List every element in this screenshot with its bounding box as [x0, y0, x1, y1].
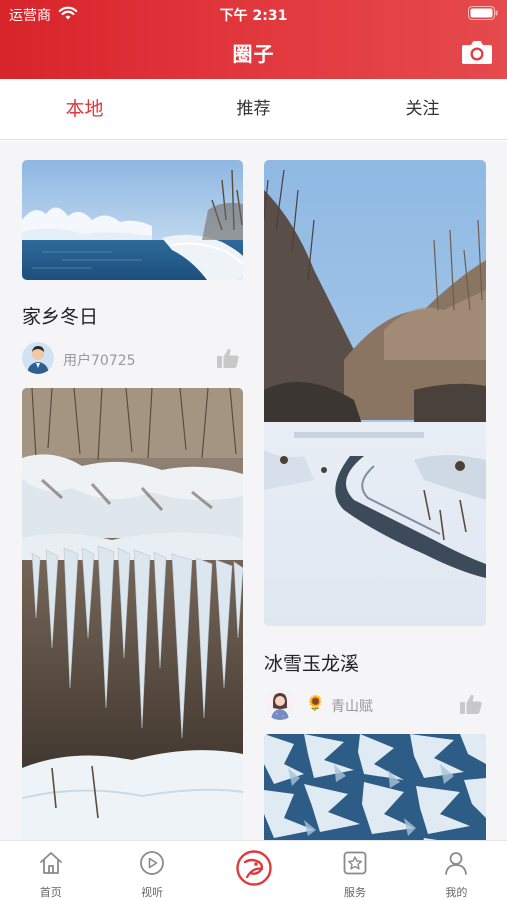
man-avatar-icon — [22, 342, 54, 374]
battery-icon — [468, 6, 498, 20]
person-icon — [445, 852, 468, 875]
nav-home[interactable]: 首页 — [0, 841, 101, 900]
camera-icon — [462, 41, 492, 64]
nav-label: 我的 — [445, 886, 468, 899]
thumbs-up-icon[interactable] — [459, 693, 483, 715]
post-title[interactable]: 家乡冬日 — [22, 302, 98, 329]
play-circle-icon — [140, 851, 165, 875]
app-header: 运营商 下午 2:31 圈子 — [0, 0, 507, 79]
user-avatar[interactable] — [264, 688, 296, 720]
nav-label: 首页 — [39, 886, 62, 899]
post-image-hometown-winter[interactable] — [22, 160, 243, 280]
tab-following[interactable]: 关注 — [338, 79, 507, 139]
status-time: 下午 2:31 — [219, 8, 288, 24]
center-logo-icon — [235, 850, 272, 886]
nav-label: 视听 — [141, 886, 164, 899]
snow-valley-photo — [264, 160, 486, 626]
sunflower-badge: 🌻 — [306, 694, 325, 712]
post-image-ice-snow-creek[interactable] — [264, 160, 486, 626]
camera-button[interactable] — [461, 38, 493, 66]
post-image-icicles[interactable] — [22, 388, 243, 840]
icicle-cliff-photo — [22, 388, 243, 840]
app-root: 运营商 下午 2:31 圈子 本地 推荐 关注 家乡冬日 用户70725 冰雪玉… — [0, 0, 507, 900]
girl-avatar-icon — [264, 688, 296, 720]
post-title[interactable]: 冰雪玉龙溪 — [264, 649, 359, 676]
tab-recommend[interactable]: 推荐 — [169, 79, 338, 139]
nav-center[interactable] — [203, 841, 304, 900]
star-box-icon — [343, 851, 367, 875]
bottom-nav: 首页 视听 服务 我的 — [0, 840, 507, 900]
page-title: 圈子 — [232, 42, 275, 66]
tab-bar: 本地 推荐 关注 — [0, 79, 507, 140]
nav-profile[interactable]: 我的 — [406, 841, 507, 900]
nav-label: 服务 — [343, 886, 366, 899]
username[interactable]: 用户70725 — [63, 350, 136, 370]
winter-sea-photo — [22, 160, 243, 280]
username[interactable]: 青山赋 — [331, 696, 373, 716]
post-image-frost[interactable] — [264, 734, 486, 840]
status-bar: 运营商 下午 2:31 — [0, 0, 507, 26]
frost-pattern-photo — [264, 734, 486, 840]
home-icon — [39, 852, 62, 874]
nav-services[interactable]: 服务 — [304, 841, 405, 900]
user-avatar[interactable] — [22, 342, 54, 374]
thumbs-up-icon[interactable] — [216, 347, 240, 369]
nav-media[interactable]: 视听 — [101, 841, 202, 900]
tab-local[interactable]: 本地 — [0, 79, 169, 139]
post-feed[interactable]: 家乡冬日 用户70725 冰雪玉龙溪 🌻 青山赋 — [0, 141, 507, 840]
